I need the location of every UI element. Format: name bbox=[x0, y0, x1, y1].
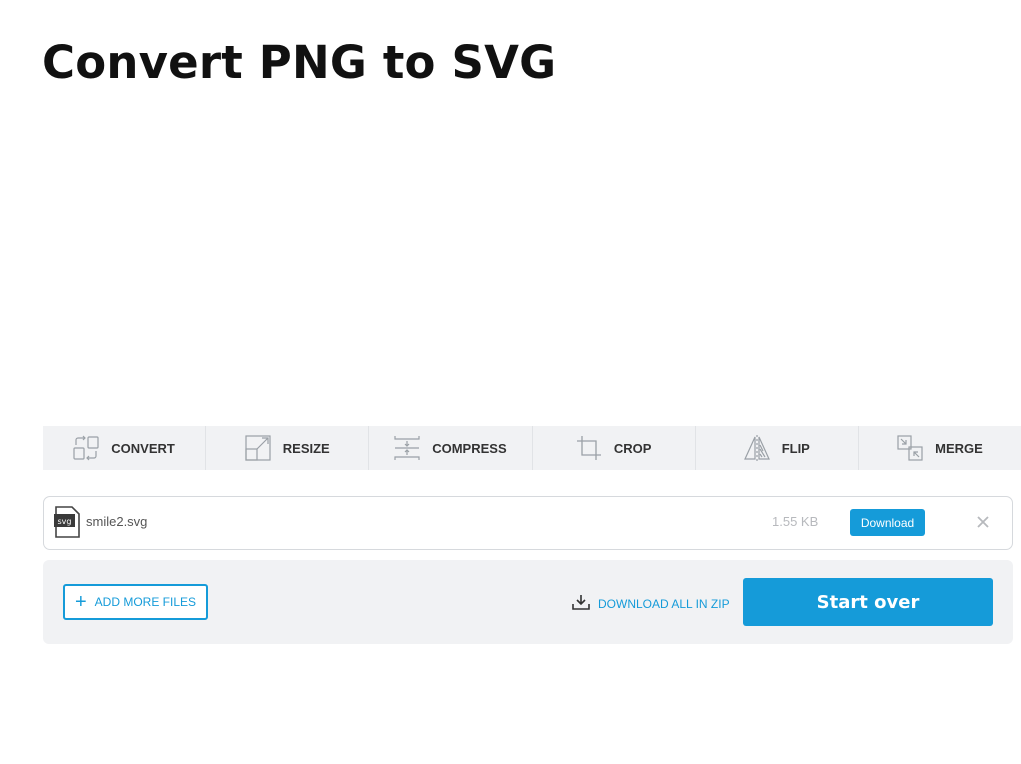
tool-label: MERGE bbox=[935, 440, 983, 456]
svg-file-icon: svg bbox=[54, 506, 80, 543]
tool-label: FLIP bbox=[781, 440, 810, 456]
action-bar: + ADD MORE FILES DOWNLOAD ALL IN ZIP Sta… bbox=[43, 560, 1013, 644]
tool-label: RESIZE bbox=[282, 440, 330, 456]
add-more-files-button[interactable]: + ADD MORE FILES bbox=[63, 584, 208, 620]
tool-flip[interactable]: FLIP bbox=[696, 426, 859, 470]
file-type-badge: svg bbox=[58, 517, 72, 526]
start-over-button[interactable]: Start over bbox=[743, 578, 993, 626]
download-icon bbox=[572, 594, 590, 613]
resize-icon bbox=[245, 435, 271, 461]
download-all-zip-label: DOWNLOAD ALL IN ZIP bbox=[598, 596, 730, 611]
merge-icon bbox=[897, 435, 923, 461]
download-all-zip-link[interactable]: DOWNLOAD ALL IN ZIP bbox=[572, 594, 730, 613]
close-icon[interactable] bbox=[976, 515, 990, 534]
tool-crop[interactable]: CROP bbox=[533, 426, 696, 470]
tool-merge[interactable]: MERGE bbox=[859, 426, 1021, 470]
convert-icon bbox=[73, 435, 99, 461]
plus-icon: + bbox=[74, 591, 87, 613]
tool-label: CONVERT bbox=[111, 440, 175, 456]
compress-icon bbox=[394, 435, 420, 461]
file-name: smile2.svg bbox=[86, 514, 148, 529]
file-size: 1.55 KB bbox=[772, 514, 819, 529]
add-more-files-label: ADD MORE FILES bbox=[94, 595, 197, 609]
tool-label: CROP bbox=[613, 440, 652, 456]
tool-resize[interactable]: RESIZE bbox=[206, 426, 370, 470]
tool-compress[interactable]: COMPRESS bbox=[369, 426, 533, 470]
page-title: Convert PNG to SVG bbox=[42, 36, 557, 89]
download-button[interactable]: Download bbox=[850, 509, 925, 536]
crop-icon bbox=[576, 435, 602, 461]
file-row: svg smile2.svg 1.55 KB Download bbox=[43, 496, 1013, 550]
tools-bar: CONVERT RESIZE COMPRESS CROP FLIP MERGE bbox=[43, 426, 1021, 470]
tool-label: COMPRESS bbox=[432, 440, 507, 456]
tool-convert[interactable]: CONVERT bbox=[43, 426, 207, 470]
flip-icon bbox=[743, 435, 770, 461]
